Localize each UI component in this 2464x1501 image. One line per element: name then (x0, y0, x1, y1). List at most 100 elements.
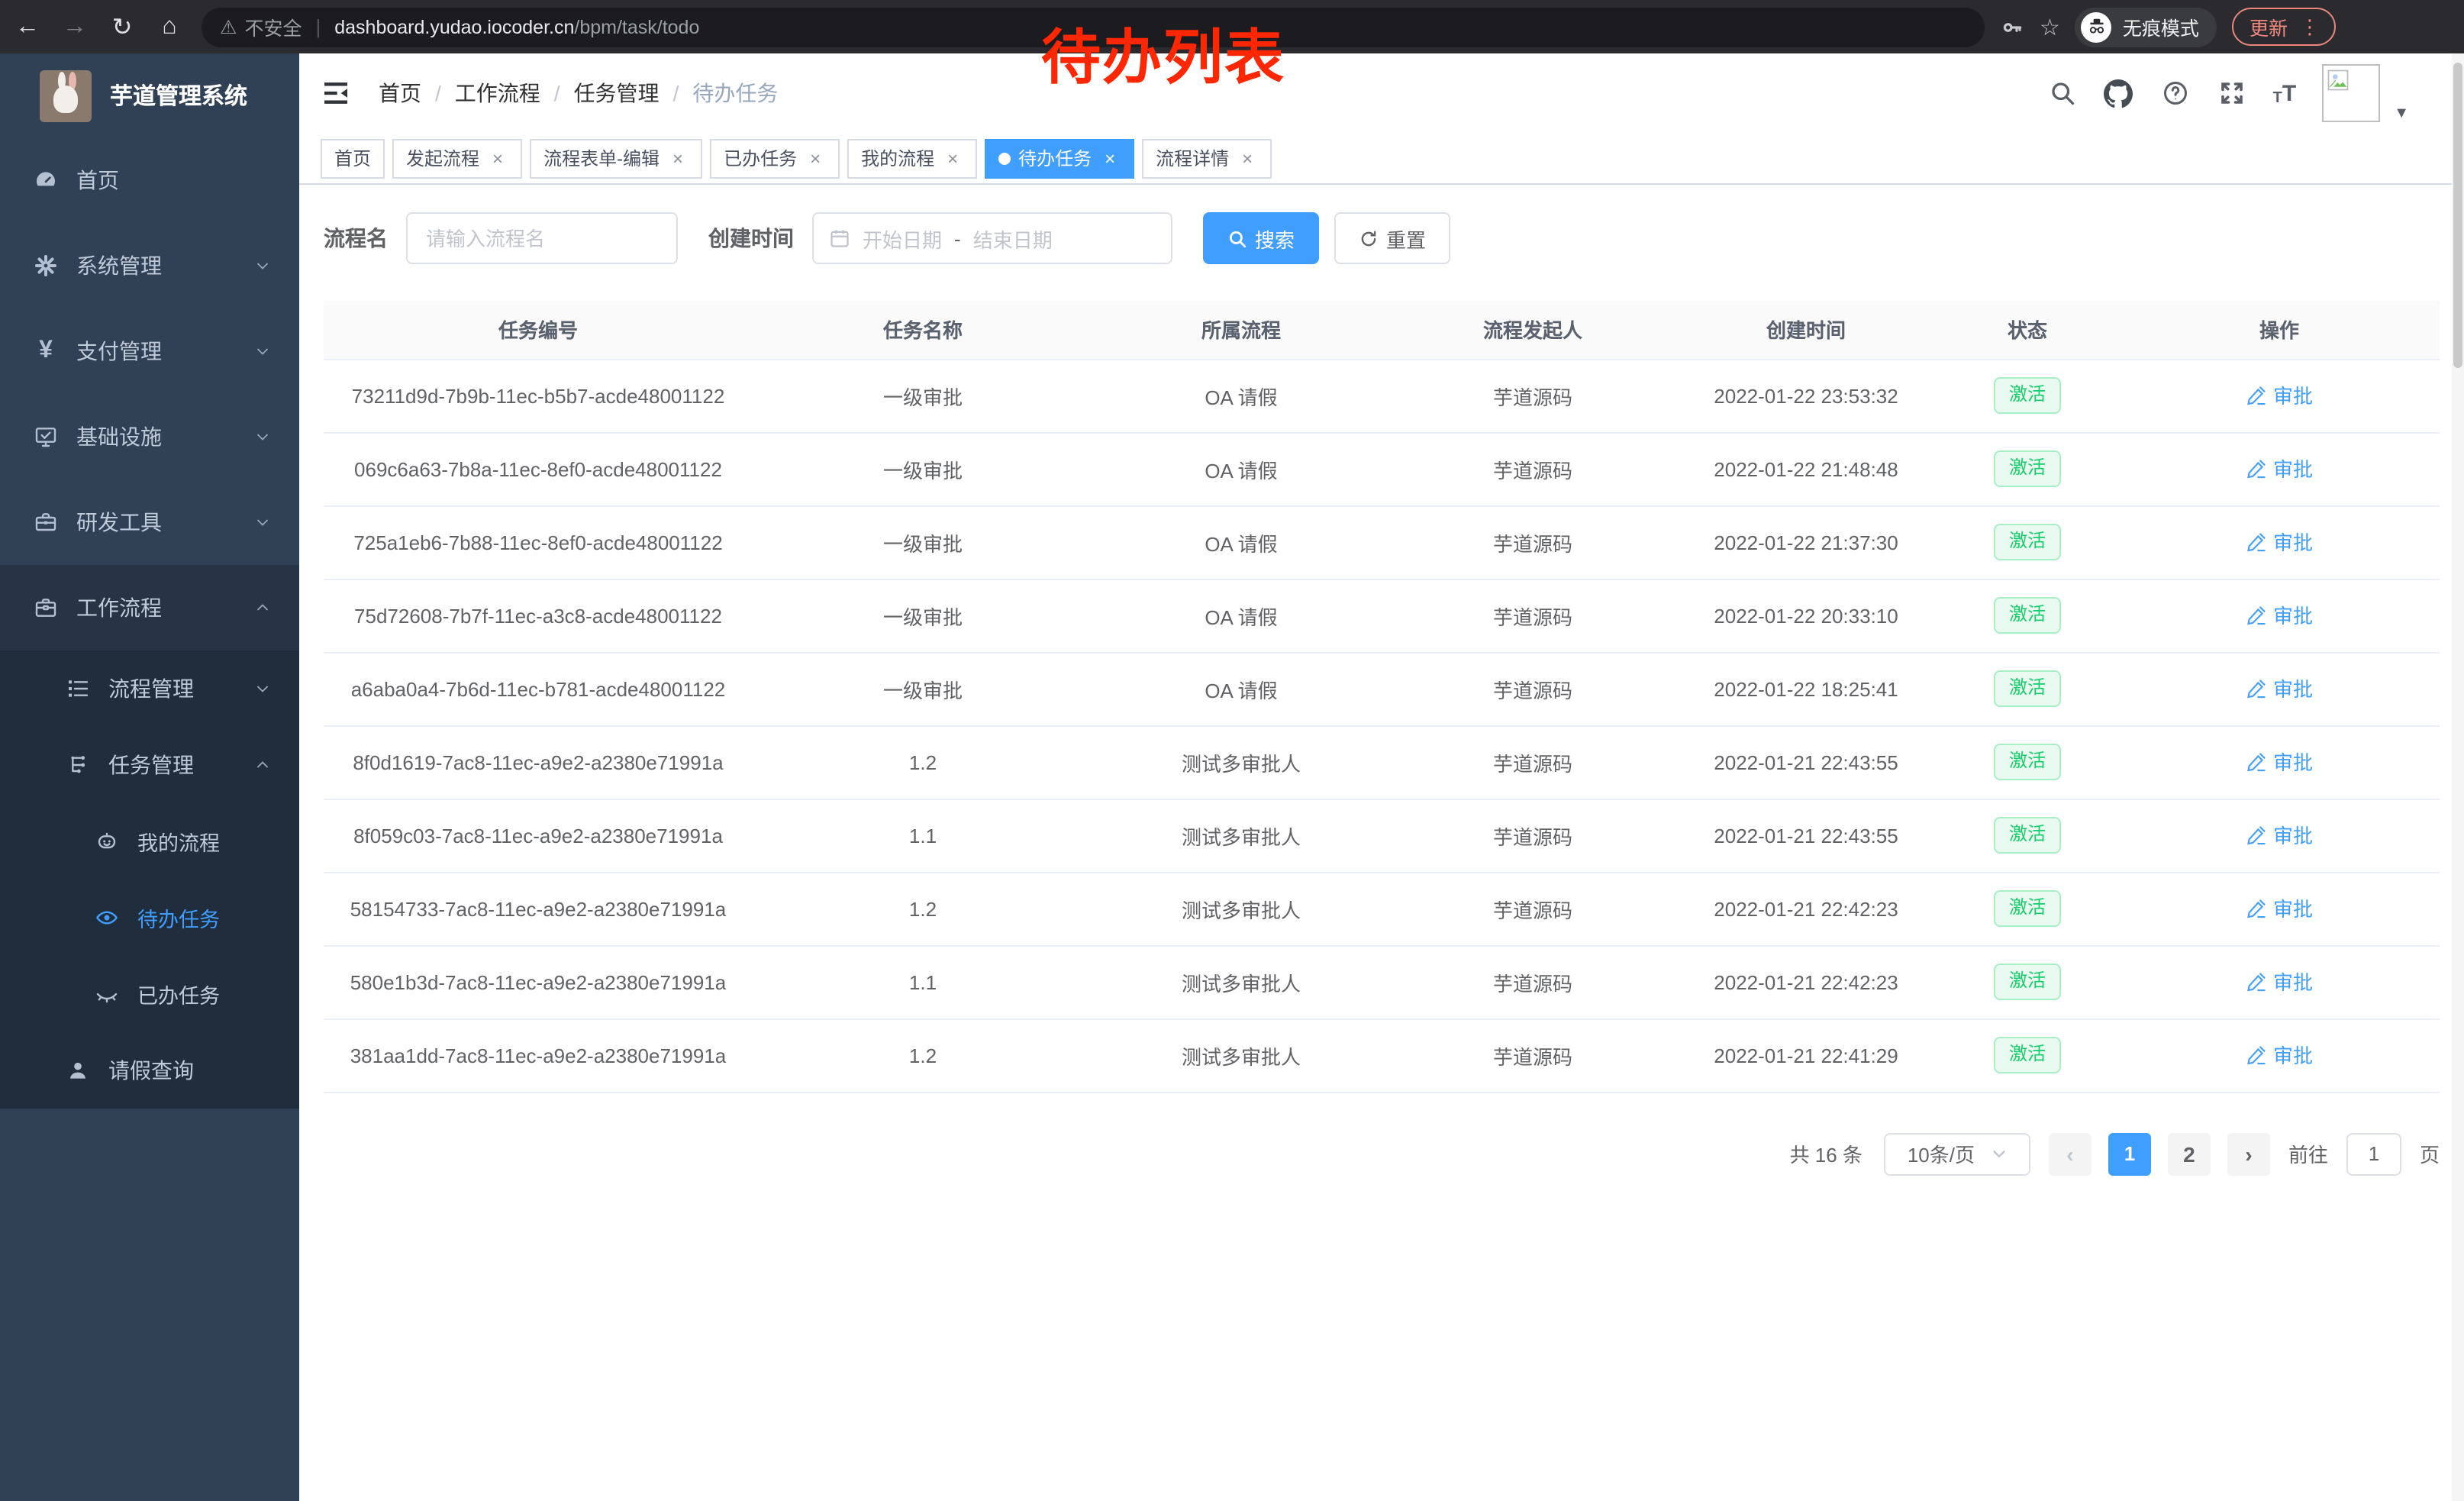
breadcrumb-item-任务管理[interactable]: 任务管理 (574, 78, 660, 108)
page-size-select[interactable]: 10条/页 (1884, 1132, 2030, 1175)
cell-action: 审批 (2119, 945, 2440, 1018)
search-button[interactable]: 搜索 (1203, 212, 1319, 264)
approve-button[interactable]: 审批 (2246, 1041, 2313, 1070)
cell-name: 一级审批 (753, 432, 1093, 505)
bookmark-star-icon[interactable]: ☆ (2040, 13, 2060, 40)
approve-button[interactable]: 审批 (2246, 601, 2313, 630)
approve-button[interactable]: 审批 (2246, 674, 2313, 703)
app-logo[interactable]: 芋道管理系统 (0, 53, 299, 137)
help-icon[interactable] (2160, 78, 2191, 108)
page-button-2[interactable]: 2 (2168, 1132, 2211, 1175)
next-page-button[interactable]: › (2227, 1132, 2270, 1175)
sidebar-item-label: 待办任务 (137, 902, 220, 933)
sidebar-item-系统管理[interactable]: 系统管理 (0, 223, 299, 308)
close-icon[interactable]: × (487, 147, 508, 169)
menu-fold-icon[interactable] (321, 76, 354, 110)
cell-id: 069c6a63-7b8a-11ec-8ef0-acde48001122 (324, 432, 753, 505)
approve-button[interactable]: 审批 (2246, 381, 2313, 410)
column-header-所属流程: 所属流程 (1093, 301, 1389, 359)
github-icon[interactable] (2104, 78, 2134, 108)
home-icon[interactable]: ⌂ (150, 7, 189, 47)
process-name-input[interactable] (406, 212, 678, 264)
sidebar-item-请假查询[interactable]: 请假查询 (0, 1032, 299, 1109)
sidebar-item-已办任务[interactable]: 已办任务 (0, 956, 299, 1032)
goto-page-input[interactable] (2346, 1132, 2401, 1175)
calendar-icon (829, 228, 850, 249)
cell-name: 一级审批 (753, 579, 1093, 652)
prev-page-button[interactable]: ‹ (2049, 1132, 2091, 1175)
status-badge: 激活 (1994, 1037, 2061, 1073)
sidebar-item-待办任务[interactable]: 待办任务 (0, 880, 299, 956)
sidebar-item-基础设施[interactable]: 基础设施 (0, 394, 299, 479)
pencil-icon (2246, 971, 2267, 993)
search-icon[interactable] (2047, 78, 2078, 108)
sidebar-item-研发工具[interactable]: 研发工具 (0, 479, 299, 565)
cell-initiator: 芋道源码 (1389, 652, 1676, 725)
close-icon[interactable]: × (1237, 147, 1258, 169)
date-range-picker[interactable]: 开始日期 - 结束日期 (812, 212, 1172, 264)
font-size-icon[interactable]: TT (2273, 80, 2297, 106)
table-row: 725a1eb6-7b88-11ec-8ef0-acde48001122一级审批… (324, 505, 2440, 579)
avatar-dropdown-caret[interactable]: ▼ (2394, 105, 2409, 121)
cell-id: 8f059c03-7ac8-11ec-a9e2-a2380e71991a (324, 799, 753, 872)
reset-button[interactable]: 重置 (1334, 212, 1450, 264)
end-date-placeholder: 结束日期 (973, 224, 1053, 253)
sidebar-item-工作流程[interactable]: 工作流程 (0, 565, 299, 650)
sidebar-menu: 首页系统管理¥支付管理基础设施研发工具工作流程流程管理任务管理我的流程待办任务已… (0, 137, 299, 1109)
chrome-menu-icon[interactable]: ⋮ (2300, 15, 2320, 39)
approve-button[interactable]: 审批 (2246, 454, 2313, 483)
sidebar-item-我的流程[interactable]: 我的流程 (0, 803, 299, 880)
breadcrumb-item-首页[interactable]: 首页 (379, 78, 421, 108)
org-tree-icon (66, 753, 90, 777)
avatar[interactable] (2322, 64, 2380, 122)
approve-label: 审批 (2273, 894, 2313, 923)
tab-首页[interactable]: 首页 (321, 138, 385, 178)
sidebar-item-任务管理[interactable]: 任务管理 (0, 727, 299, 803)
close-icon[interactable]: × (805, 147, 826, 169)
tab-流程表单-编辑[interactable]: 流程表单-编辑× (530, 138, 702, 178)
password-key-icon[interactable] (2000, 15, 2024, 39)
sidebar-item-流程管理[interactable]: 流程管理 (0, 650, 299, 727)
table-row: 069c6a63-7b8a-11ec-8ef0-acde48001122一级审批… (324, 432, 2440, 505)
column-header-流程发起人: 流程发起人 (1389, 301, 1676, 359)
security-status[interactable]: ⚠ 不安全 (220, 12, 302, 41)
approve-button[interactable]: 审批 (2246, 821, 2313, 850)
tab-发起流程[interactable]: 发起流程× (392, 138, 522, 178)
gear-icon (34, 253, 58, 278)
back-icon[interactable]: ← (8, 7, 47, 47)
cell-process: OA 请假 (1093, 652, 1389, 725)
close-icon[interactable]: × (1099, 147, 1121, 169)
column-header-任务名称: 任务名称 (753, 301, 1093, 359)
close-icon[interactable]: × (667, 147, 689, 169)
approve-button[interactable]: 审批 (2246, 528, 2313, 557)
scrollbar-thumb[interactable] (2453, 63, 2462, 368)
cell-initiator: 芋道源码 (1389, 945, 1676, 1018)
toolbox-icon (34, 510, 58, 534)
pencil-icon (2246, 531, 2267, 553)
chevron-up-icon (253, 599, 272, 617)
forward-icon[interactable]: → (55, 7, 95, 47)
approve-button[interactable]: 审批 (2246, 894, 2313, 923)
approve-button[interactable]: 审批 (2246, 967, 2313, 996)
tab-流程详情[interactable]: 流程详情× (1142, 138, 1272, 178)
page-button-1[interactable]: 1 (2108, 1132, 2151, 1175)
cell-status: 激活 (1936, 652, 2119, 725)
approve-button[interactable]: 审批 (2246, 747, 2313, 776)
tab-待办任务[interactable]: 待办任务× (985, 138, 1134, 178)
chrome-update-button[interactable]: 更新 ⋮ (2233, 8, 2337, 46)
page-scrollbar[interactable] (2452, 53, 2464, 1501)
sidebar-item-首页[interactable]: 首页 (0, 137, 299, 223)
breadcrumb-item-工作流程[interactable]: 工作流程 (455, 78, 540, 108)
cell-status: 激活 (1936, 1018, 2119, 1092)
fullscreen-icon[interactable] (2217, 78, 2247, 108)
table-row: 73211d9d-7b9b-11ec-b5b7-acde48001122一级审批… (324, 359, 2440, 432)
create-time-label: 创建时间 (708, 223, 794, 253)
reload-icon[interactable]: ↻ (102, 7, 142, 47)
sidebar-item-支付管理[interactable]: ¥支付管理 (0, 308, 299, 394)
close-icon[interactable]: × (942, 147, 963, 169)
sidebar-item-label: 已办任务 (137, 979, 220, 1009)
yen-icon: ¥ (34, 339, 58, 363)
cell-id: 381aa1dd-7ac8-11ec-a9e2-a2380e71991a (324, 1018, 753, 1092)
tab-我的流程[interactable]: 我的流程× (847, 138, 977, 178)
tab-已办任务[interactable]: 已办任务× (710, 138, 840, 178)
